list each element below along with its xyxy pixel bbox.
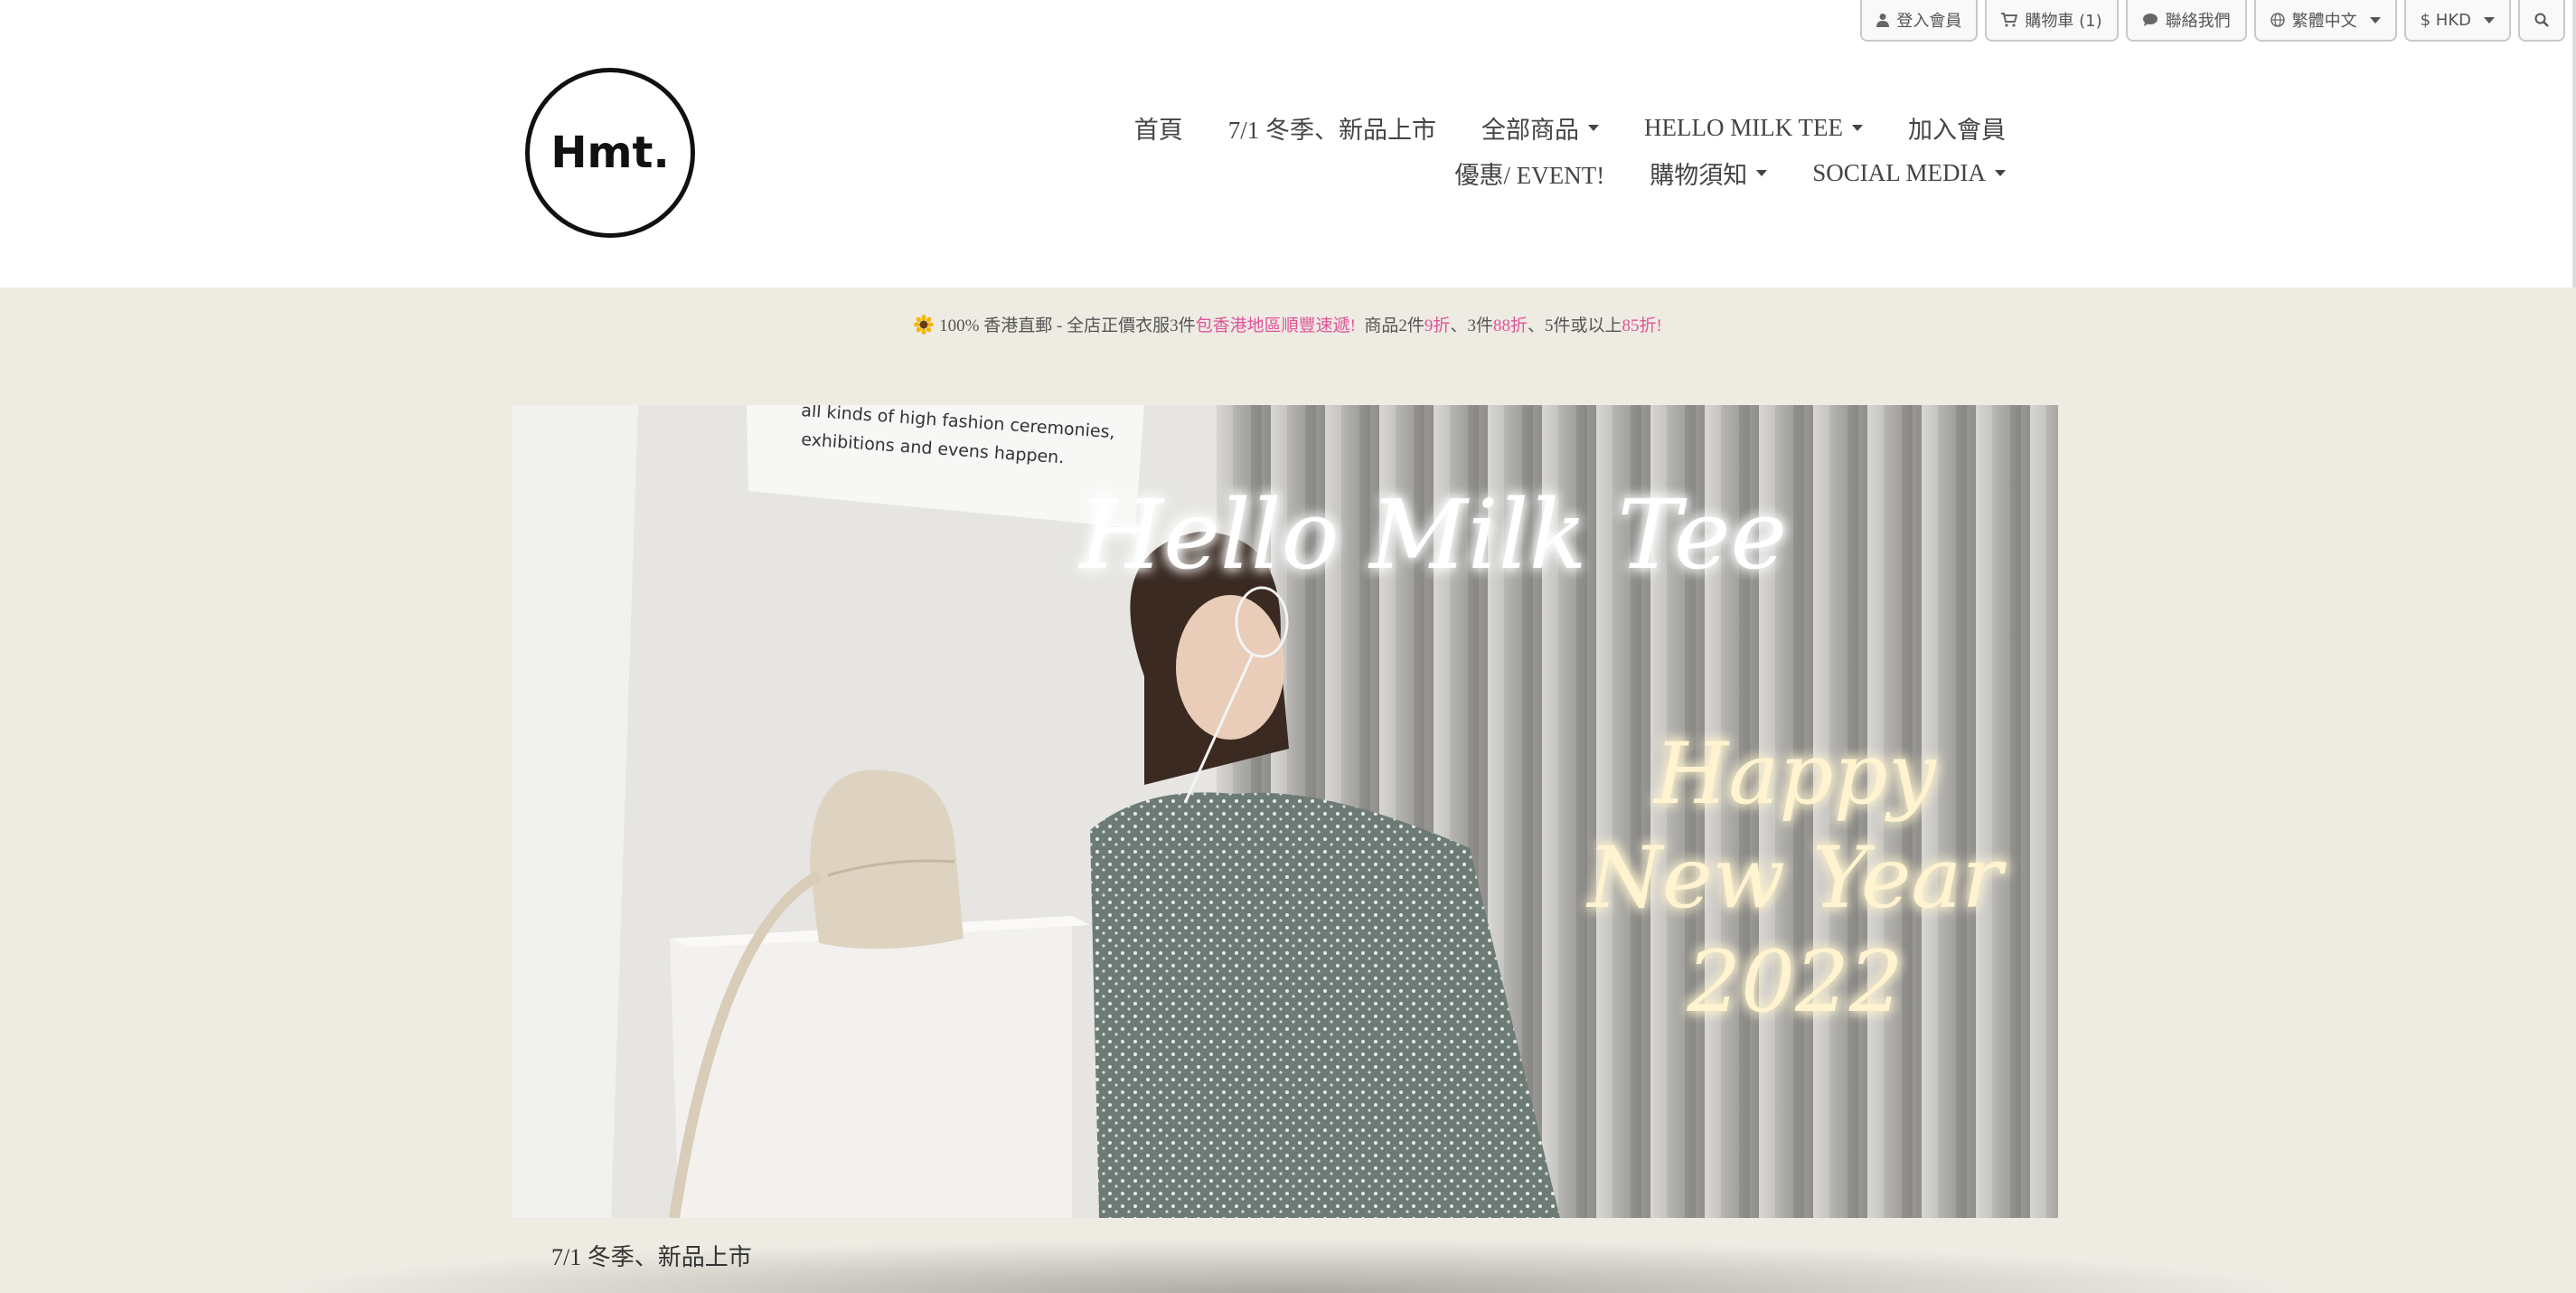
nav-join-member[interactable]: 加入會員 xyxy=(1908,110,2006,146)
nav-label: 7/1 冬季、新品上市 xyxy=(1227,117,1437,144)
announcement-bar: 100% 香港直郵 - 全店正價衣服3件包香港地區順豐速遞! 商品2件9折、3件… xyxy=(0,312,2576,336)
logo-text: Hmt. xyxy=(550,127,670,178)
cart-button[interactable]: 購物車 (1) xyxy=(1985,0,2119,42)
user-icon xyxy=(1876,14,1890,27)
announce-text-2: 商品2件 xyxy=(1364,316,1424,335)
currency-label: $ HKD xyxy=(2420,10,2471,30)
nav-label: 購物須知 xyxy=(1650,162,1748,189)
announce-text-4: 、5件或以上 xyxy=(1527,316,1622,335)
main-nav-row-1: 首頁 7/1 冬季、新品上市 全部商品 HELLO MILK TEE 加入會員 xyxy=(1134,110,2006,146)
nav-event[interactable]: 優惠/ EVENT! xyxy=(1455,156,1605,191)
announce-text-3: 、3件 xyxy=(1450,316,1493,335)
login-label: 登入會員 xyxy=(1896,12,1962,31)
search-button[interactable] xyxy=(2518,0,2565,42)
chevron-down-icon xyxy=(2484,16,2495,24)
cart-icon xyxy=(2001,13,2018,27)
announce-highlight-shipping: 包香港地區順豐速遞! xyxy=(1195,316,1356,335)
neon-greeting-line-1: Happy xyxy=(1652,725,1937,824)
announce-text-5: ! xyxy=(1656,316,1662,335)
hero-banner[interactable]: all kinds of high fashion ceremonies, ex… xyxy=(512,405,2058,1218)
announce-highlight-discount-1: 9折 xyxy=(1424,316,1451,335)
chevron-down-icon xyxy=(2369,16,2381,24)
sunflower-icon xyxy=(914,315,935,335)
announce-text-1: 100% 香港直郵 - 全店正價衣服3件 xyxy=(939,316,1196,335)
nav-label: HELLO MILK TEE xyxy=(1644,114,1843,141)
nav-social-media[interactable]: SOCIAL MEDIA xyxy=(1812,159,2006,187)
currency-dropdown[interactable]: $ HKD xyxy=(2403,0,2511,42)
chevron-down-icon xyxy=(1756,170,1768,176)
neon-greeting-line-3: 2022 xyxy=(1686,933,1903,1032)
top-utility-bar: 登入會員 購物車 (1) 聯絡我們 繁體中文 $ HKD xyxy=(1860,0,2565,42)
pedestal xyxy=(670,916,1090,1218)
nav-hello-milk-tee[interactable]: HELLO MILK TEE xyxy=(1644,114,1863,142)
banner-caption[interactable]: 7/1 冬季、新品上市 xyxy=(551,1239,752,1272)
announce-highlight-discount-2: 88折 xyxy=(1492,316,1528,335)
neon-headline: Hello Milk Tee xyxy=(1078,479,1788,590)
chevron-down-icon xyxy=(1995,170,2006,176)
contact-button[interactable]: 聯絡我們 xyxy=(2125,0,2247,42)
search-icon xyxy=(2534,13,2549,27)
chat-icon xyxy=(2142,14,2158,26)
announce-highlight-discount-3: 85折 xyxy=(1622,316,1657,335)
nav-label: 加入會員 xyxy=(1908,117,2006,144)
language-dropdown[interactable]: 繁體中文 xyxy=(2253,0,2397,42)
site-header: 登入會員 購物車 (1) 聯絡我們 繁體中文 $ HKD Hmt. 首頁 7/1… xyxy=(0,0,2576,288)
nav-label: SOCIAL MEDIA xyxy=(1812,159,1986,186)
hero-banner-image: all kinds of high fashion ceremonies, ex… xyxy=(512,405,2058,1218)
nav-home[interactable]: 首頁 xyxy=(1134,110,1183,146)
nav-winter-new-arrivals[interactable]: 7/1 冬季、新品上市 xyxy=(1228,110,1436,146)
nav-shopping-info[interactable]: 購物須知 xyxy=(1650,156,1768,191)
globe-icon xyxy=(2270,13,2285,27)
nav-label: 首頁 xyxy=(1133,117,1183,144)
nav-all-products[interactable]: 全部商品 xyxy=(1481,110,1600,146)
language-label: 繁體中文 xyxy=(2291,12,2357,31)
neon-greeting-line-2: New Year xyxy=(1586,829,2007,928)
login-button[interactable]: 登入會員 xyxy=(1860,0,1979,42)
chevron-down-icon xyxy=(1588,125,1600,131)
cart-label: 購物車 (1) xyxy=(2025,12,2102,31)
site-logo[interactable]: Hmt. xyxy=(525,68,695,238)
chevron-down-icon xyxy=(1852,125,1863,131)
nav-label: 全部商品 xyxy=(1481,117,1580,144)
nav-label: 優惠/ EVENT! xyxy=(1454,162,1605,189)
contact-label: 聯絡我們 xyxy=(2165,12,2231,31)
main-nav-row-2: 優惠/ EVENT! 購物須知 SOCIAL MEDIA xyxy=(1455,156,2006,191)
